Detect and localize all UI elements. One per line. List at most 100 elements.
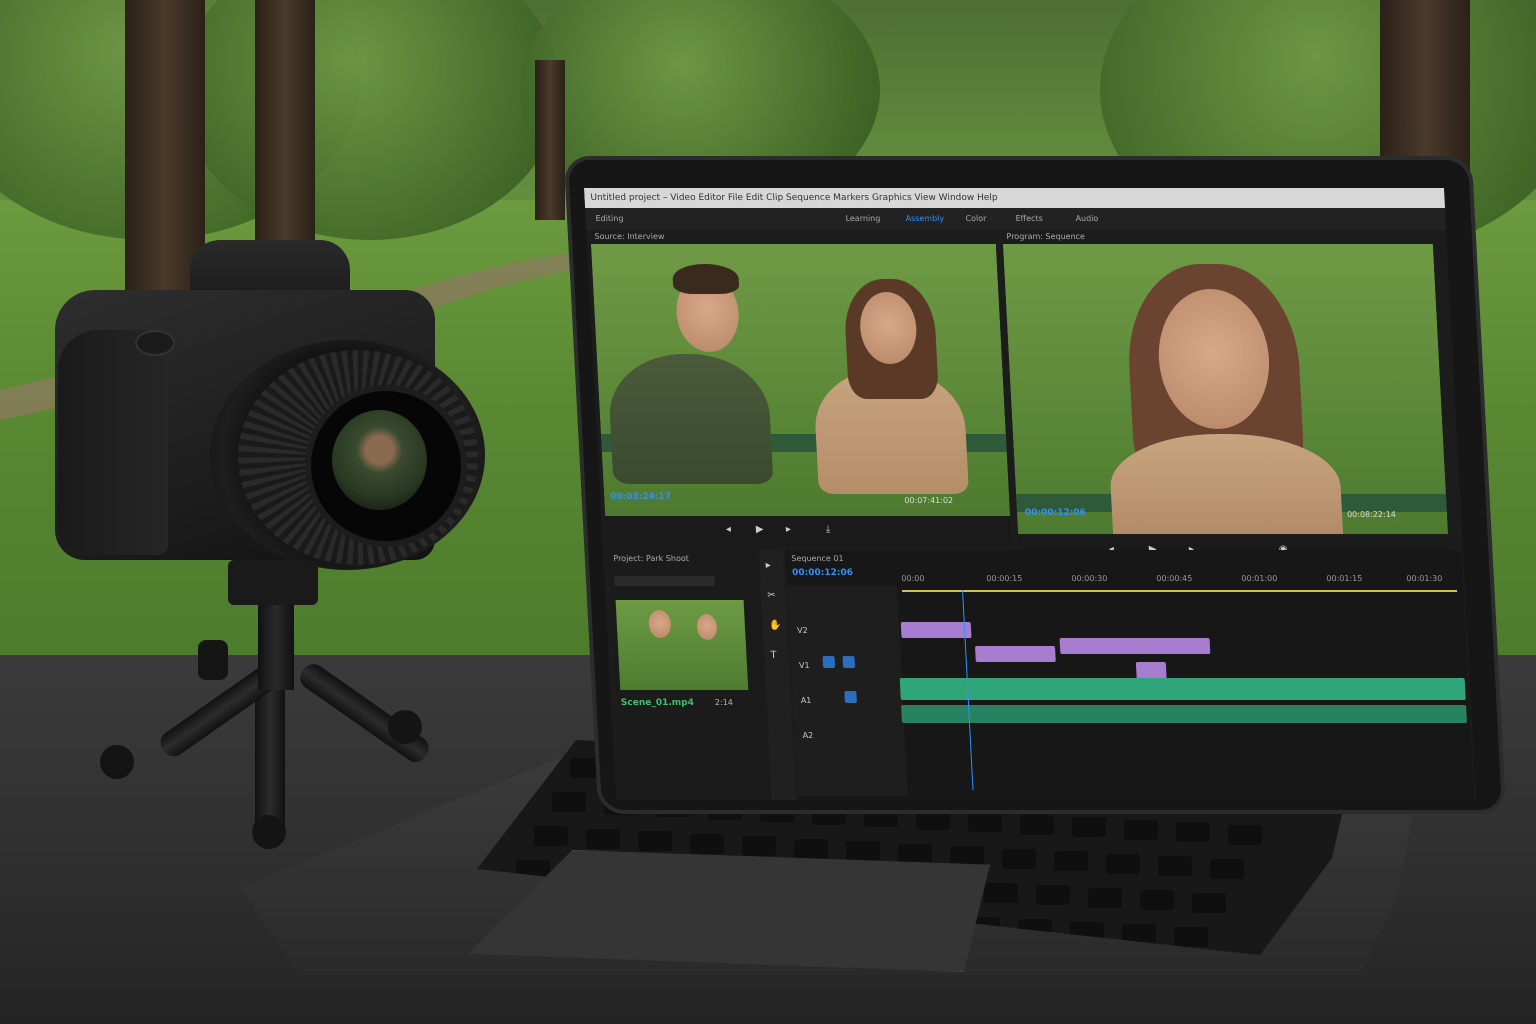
workspace-center-label[interactable]: Learning bbox=[845, 208, 881, 230]
keyboard-key bbox=[1088, 887, 1122, 908]
keyboard-key bbox=[968, 812, 1002, 832]
keyboard-key bbox=[690, 833, 724, 854]
tab-effects[interactable]: Effects bbox=[1015, 208, 1043, 230]
keyboard-key bbox=[1124, 819, 1158, 840]
track-sync-toggle[interactable] bbox=[842, 656, 856, 668]
ruler-tick: 00:00:30 bbox=[1071, 574, 1108, 583]
keyboard-key bbox=[1158, 856, 1192, 876]
laptop-screen: Untitled project – Video Editor File Edi… bbox=[583, 188, 1477, 800]
play-icon[interactable]: ▶ bbox=[756, 524, 764, 535]
keyboard-key bbox=[552, 792, 586, 812]
keyboard-key bbox=[1072, 817, 1106, 837]
tripod-foot bbox=[252, 815, 286, 849]
keyboard-key bbox=[898, 843, 932, 864]
workspace-left-label[interactable]: Editing bbox=[595, 208, 624, 230]
tripod-knob bbox=[198, 640, 228, 680]
keyboard-key bbox=[984, 882, 1018, 903]
track-label-v1[interactable]: V1 bbox=[799, 661, 810, 670]
audio-clip[interactable] bbox=[899, 678, 1466, 700]
timeline-timecode: 00:00:12:06 bbox=[791, 568, 854, 578]
keyboard-key bbox=[534, 826, 568, 846]
track-headers: V2 V1 A1 A2 bbox=[786, 586, 908, 796]
source-monitor: 00:03:24:17 00:07:41:02 bbox=[590, 244, 1011, 516]
ruler-tick: 00:01:15 bbox=[1326, 574, 1363, 583]
camera-dial bbox=[135, 330, 175, 356]
tab-assembly[interactable]: Assembly bbox=[905, 208, 945, 230]
keyboard-key bbox=[1106, 853, 1140, 874]
track-mute-toggle[interactable] bbox=[844, 691, 857, 703]
project-search-input[interactable] bbox=[614, 576, 715, 586]
keyboard-key bbox=[950, 846, 984, 866]
keyboard-key bbox=[1228, 824, 1262, 845]
ruler-tick: 00:00:45 bbox=[1156, 574, 1193, 583]
keyboard-key bbox=[1176, 822, 1210, 842]
man-hair bbox=[671, 264, 740, 294]
step-back-icon[interactable]: ◂ bbox=[726, 524, 732, 535]
audio-clip[interactable] bbox=[901, 705, 1468, 723]
keyboard-key bbox=[864, 807, 898, 827]
ruler-tick: 00:00 bbox=[901, 574, 925, 583]
text-tool-icon[interactable]: T bbox=[770, 650, 777, 661]
track-target-toggle[interactable] bbox=[822, 656, 836, 668]
keyboard-key bbox=[742, 836, 776, 856]
source-duration: 00:07:41:02 bbox=[904, 496, 954, 505]
source-timecode: 00:03:24:17 bbox=[609, 492, 672, 502]
ruler-tick: 00:00:15 bbox=[986, 574, 1023, 583]
work-area-bar[interactable] bbox=[902, 590, 1458, 592]
app-menubar[interactable]: Untitled project – Video Editor File Edi… bbox=[583, 188, 1452, 208]
keyboard-key bbox=[1140, 890, 1174, 910]
ruler-tick: 00:01:30 bbox=[1406, 574, 1443, 583]
tripod-post bbox=[258, 600, 294, 690]
clip-thumbnail[interactable] bbox=[615, 600, 749, 690]
timeline-ruler[interactable]: 00:00 00:00:15 00:00:30 00:00:45 00:01:0… bbox=[901, 574, 1457, 586]
clip-duration: 2:14 bbox=[714, 698, 734, 707]
source-panel-title[interactable]: Source: Interview bbox=[594, 232, 664, 241]
selection-tool-icon[interactable]: ▸ bbox=[765, 560, 771, 571]
tripod-foot bbox=[388, 710, 422, 744]
keyboard-key bbox=[1192, 892, 1226, 913]
program-panel-title[interactable]: Program: Sequence bbox=[1006, 232, 1085, 241]
keyboard-key bbox=[1054, 851, 1088, 871]
timeline-panel: Sequence 01 00:00:12:06 V2 V1 A1 A2 00:0… bbox=[784, 550, 1475, 800]
tab-audio[interactable]: Audio bbox=[1075, 208, 1099, 230]
keyboard-key bbox=[1210, 858, 1244, 879]
keyboard-key bbox=[1036, 885, 1070, 905]
tripod-head bbox=[228, 560, 318, 605]
tree-trunk bbox=[535, 60, 565, 220]
track-label-v2[interactable]: V2 bbox=[797, 626, 808, 635]
man-head bbox=[648, 610, 672, 638]
keyboard-key bbox=[586, 828, 620, 849]
track-label-a1[interactable]: A1 bbox=[801, 696, 812, 705]
razor-tool-icon[interactable]: ✂ bbox=[767, 590, 776, 601]
insert-icon[interactable]: ⤓ bbox=[826, 524, 831, 535]
tab-color[interactable]: Color bbox=[965, 208, 987, 230]
step-forward-icon[interactable]: ▸ bbox=[786, 524, 792, 535]
keyboard-key bbox=[638, 831, 672, 851]
clip-name: Scene_01.mp4 bbox=[620, 698, 695, 708]
program-monitor: 00:00:12:06 00:08:22:14 bbox=[1002, 244, 1449, 534]
photo-scene: Untitled project – Video Editor File Edi… bbox=[0, 0, 1536, 1024]
program-timecode: 00:00:12:06 bbox=[1024, 508, 1087, 518]
video-clip[interactable] bbox=[900, 622, 972, 638]
sequence-title[interactable]: Sequence 01 bbox=[791, 554, 844, 563]
keyboard-key bbox=[1002, 848, 1036, 869]
workspace-toolbar: Editing Learning Assembly Color Effects … bbox=[585, 208, 1447, 230]
project-panel-title[interactable]: Project: Park Shoot bbox=[613, 554, 689, 563]
keyboard-key bbox=[846, 841, 880, 861]
source-transport: ◂ ▶ ▸ ⤓ bbox=[605, 516, 1012, 546]
program-duration: 00:08:22:14 bbox=[1346, 510, 1397, 519]
keyboard-key bbox=[794, 838, 828, 859]
video-clip[interactable] bbox=[1059, 638, 1211, 654]
lens-reflection bbox=[332, 410, 427, 510]
woman-head bbox=[696, 614, 718, 640]
keyboard-key bbox=[1020, 814, 1054, 835]
ruler-tick: 00:01:00 bbox=[1241, 574, 1278, 583]
video-clip[interactable] bbox=[974, 646, 1056, 662]
hand-tool-icon[interactable]: ✋ bbox=[769, 620, 782, 631]
tree-trunk bbox=[255, 0, 315, 240]
track-label-a2[interactable]: A2 bbox=[802, 731, 813, 740]
keyboard-key bbox=[916, 809, 950, 830]
keyboard-key bbox=[1174, 926, 1208, 947]
tripod-foot bbox=[100, 745, 134, 779]
camera-grip bbox=[58, 330, 168, 555]
